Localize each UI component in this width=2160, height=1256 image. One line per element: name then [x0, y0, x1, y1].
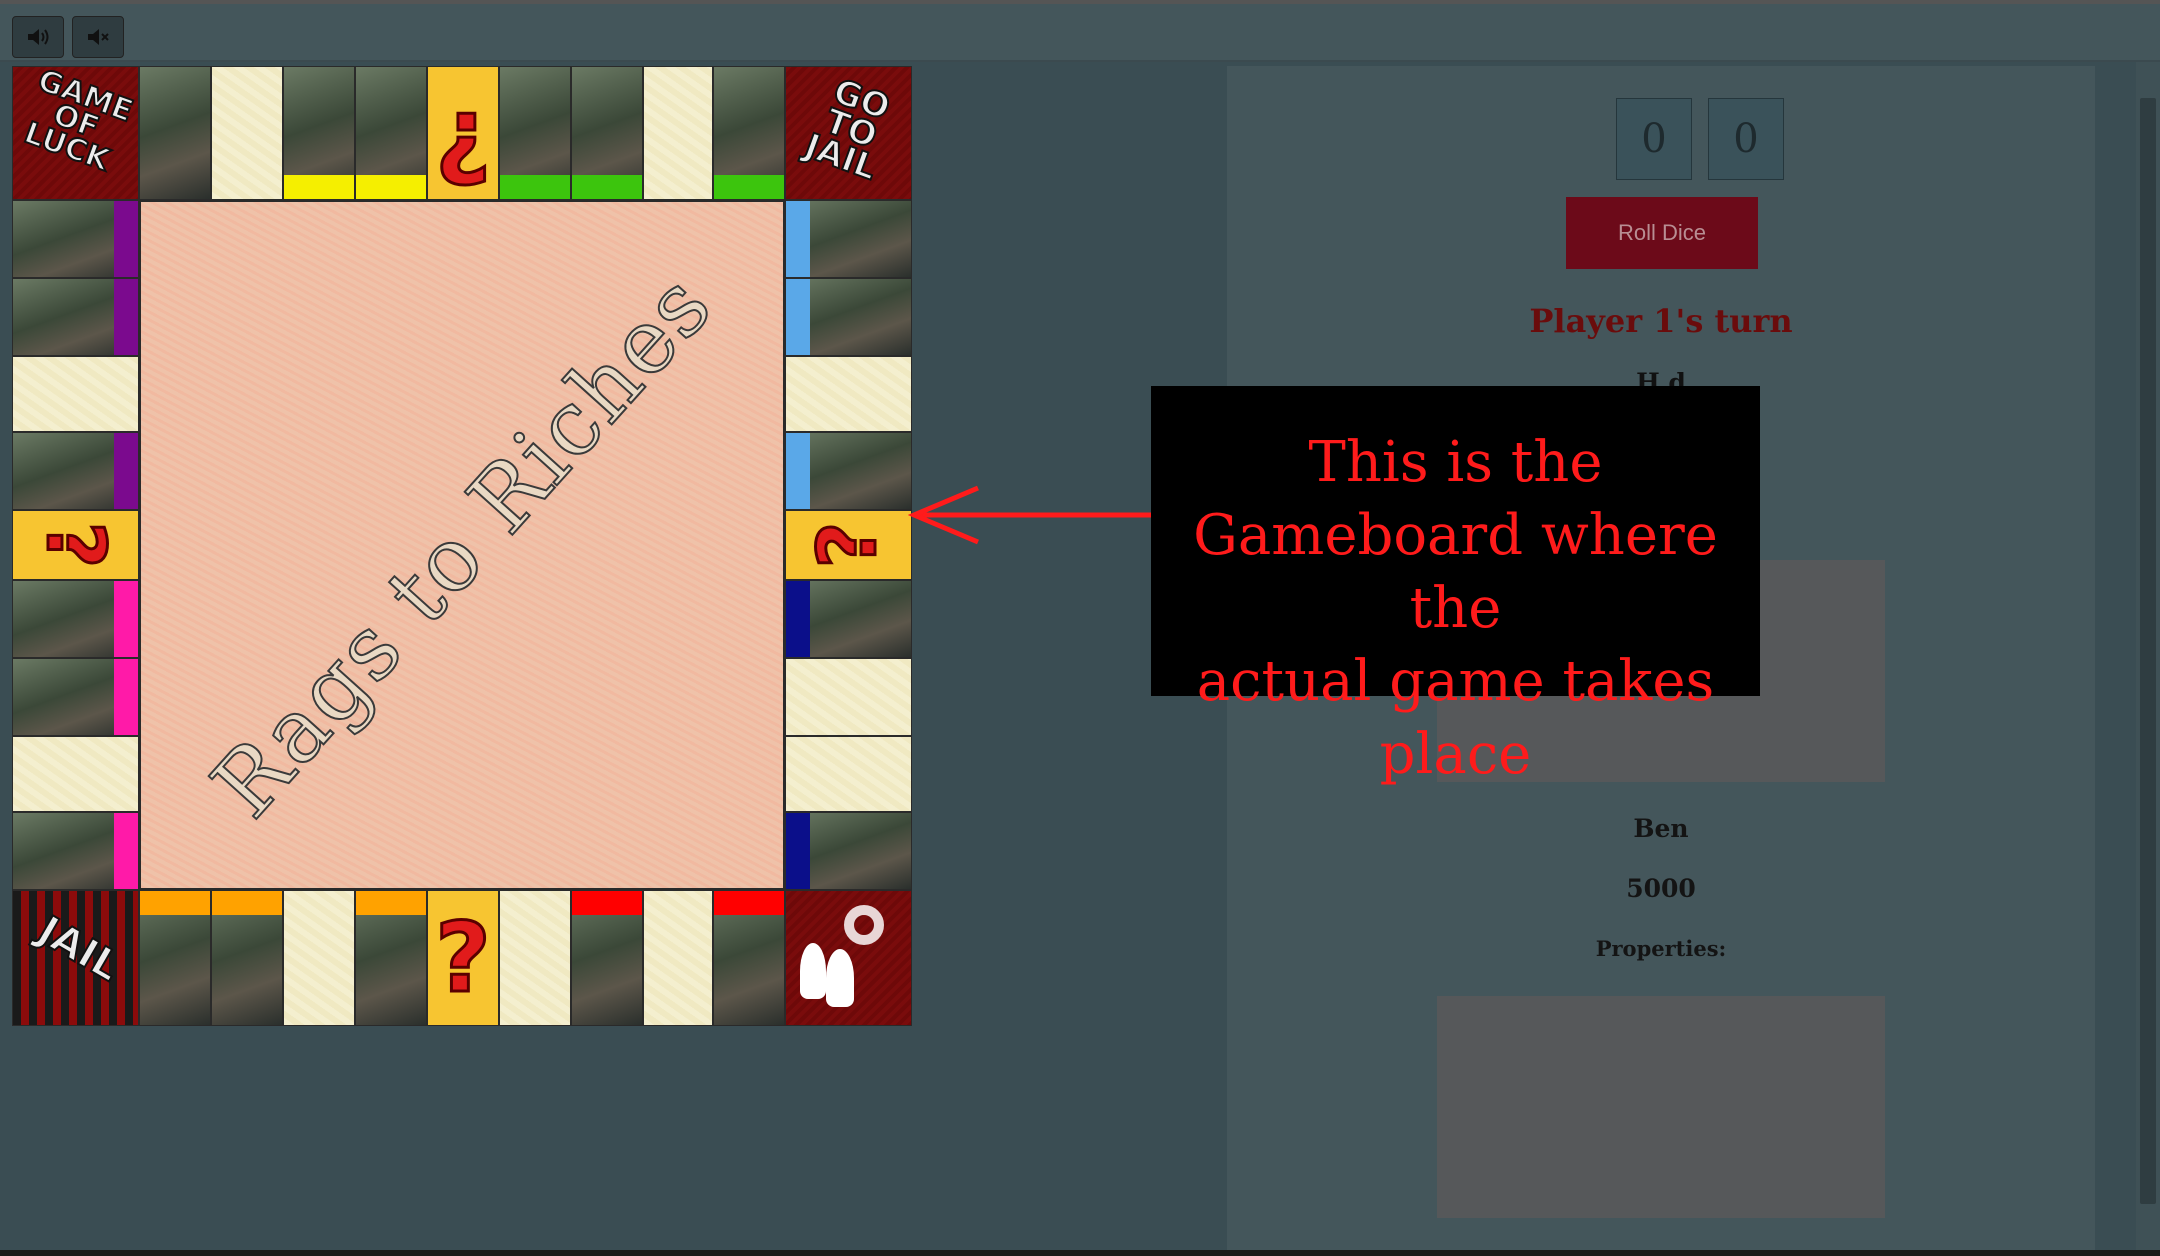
- sound-on-button[interactable]: [12, 16, 64, 58]
- property-space[interactable]: [713, 890, 785, 1026]
- color-strip: [786, 279, 810, 355]
- corner-go-to-jail[interactable]: GO TO JAIL: [785, 66, 912, 200]
- color-strip: [356, 891, 426, 915]
- property-space[interactable]: [571, 890, 643, 1026]
- color-strip: [140, 891, 210, 915]
- property-space[interactable]: [785, 580, 912, 658]
- corner-jail[interactable]: JAIL: [12, 890, 139, 1026]
- color-strip: [356, 175, 426, 199]
- roll-dice-button[interactable]: Roll Dice: [1566, 197, 1758, 269]
- blank-space[interactable]: [283, 890, 355, 1026]
- annotation-text: This is the Gameboard where the actual g…: [1151, 426, 1760, 791]
- chance-symbol: ¿: [434, 77, 493, 189]
- chance-space[interactable]: ¿: [427, 66, 499, 200]
- annotation-arrow-icon: [908, 485, 1151, 545]
- turn-indicator: Player 1's turn: [1529, 302, 1793, 340]
- blank-space[interactable]: [785, 356, 912, 432]
- color-strip: [114, 433, 138, 509]
- property-space[interactable]: [571, 66, 643, 200]
- annotation-line-2: Gameboard where the: [1193, 503, 1718, 641]
- corner-label-jail: JAIL: [29, 907, 129, 992]
- color-strip: [500, 175, 570, 199]
- chance-space[interactable]: ?: [427, 890, 499, 1026]
- player-token-2: [826, 949, 854, 1007]
- property-space[interactable]: [12, 658, 139, 736]
- color-strip: [114, 813, 138, 889]
- blank-space[interactable]: [211, 66, 283, 200]
- property-space[interactable]: [499, 66, 571, 200]
- corner-label-go-to-jail: GO TO JAIL: [798, 70, 896, 189]
- toolbar: [0, 0, 2160, 62]
- corner-game-of-luck[interactable]: GAME OF LUCK: [12, 66, 139, 200]
- property-space[interactable]: [713, 66, 785, 200]
- speaker-muted-icon: [88, 29, 109, 45]
- player-2-properties-box: [1437, 996, 1885, 1218]
- speaker-on-icon: [28, 29, 49, 45]
- scrollbar-thumb[interactable]: [2140, 98, 2156, 1204]
- color-strip: [114, 279, 138, 355]
- property-space[interactable]: [12, 812, 139, 890]
- property-space[interactable]: [785, 200, 912, 278]
- corner-start[interactable]: [785, 890, 912, 1026]
- chance-space[interactable]: ?: [12, 510, 139, 580]
- color-strip: [714, 175, 784, 199]
- sound-off-button[interactable]: [72, 16, 124, 58]
- start-marker-icon: [844, 905, 884, 945]
- annotation-line-3: actual game takes place: [1196, 649, 1715, 787]
- property-space[interactable]: [12, 278, 139, 356]
- property-space[interactable]: [139, 890, 211, 1026]
- blank-space[interactable]: [643, 66, 713, 200]
- color-strip: [786, 201, 810, 277]
- die-1: 0: [1616, 98, 1692, 180]
- property-space[interactable]: [12, 432, 139, 510]
- player-money: 5000: [1626, 874, 1696, 903]
- color-strip: [572, 175, 642, 199]
- property-space[interactable]: [211, 890, 283, 1026]
- corner-label-game-of-luck: GAME OF LUCK: [19, 66, 138, 179]
- color-strip: [786, 813, 810, 889]
- color-strip: [114, 581, 138, 657]
- property-space[interactable]: [283, 66, 355, 200]
- blank-space[interactable]: [643, 890, 713, 1026]
- player-token-1: [800, 943, 826, 999]
- game-board: GAME OF LUCK GO TO JAIL JAIL ¿ ? ? ? Rag…: [12, 66, 912, 1026]
- property-space[interactable]: [355, 66, 427, 200]
- board-title: Rags to Riches: [191, 252, 733, 837]
- blank-space[interactable]: [499, 890, 571, 1026]
- scrollbar[interactable]: [2136, 62, 2160, 1256]
- chance-symbol: ?: [28, 520, 124, 569]
- color-strip: [114, 659, 138, 735]
- blank-space[interactable]: [12, 736, 139, 812]
- color-strip: [714, 891, 784, 915]
- property-space[interactable]: [12, 580, 139, 658]
- property-space[interactable]: [139, 66, 211, 200]
- blank-space[interactable]: [785, 658, 912, 736]
- properties-label: Properties:: [1595, 936, 1727, 961]
- color-strip: [572, 891, 642, 915]
- bottom-edge: [0, 1250, 2160, 1256]
- color-strip: [786, 581, 810, 657]
- board-center: Rags to Riches: [139, 200, 785, 890]
- color-strip: [284, 175, 354, 199]
- chance-space[interactable]: ?: [785, 510, 912, 580]
- property-space[interactable]: [785, 812, 912, 890]
- property-space[interactable]: [785, 432, 912, 510]
- property-space[interactable]: [12, 200, 139, 278]
- property-space[interactable]: [785, 278, 912, 356]
- die-2: 0: [1708, 98, 1784, 180]
- color-strip: [114, 201, 138, 277]
- blank-space[interactable]: [12, 356, 139, 432]
- chance-symbol: ?: [800, 520, 896, 569]
- property-space[interactable]: [355, 890, 427, 1026]
- color-strip: [786, 433, 810, 509]
- player-name: Ben: [1633, 814, 1689, 843]
- blank-space[interactable]: [785, 736, 912, 812]
- color-strip: [212, 891, 282, 915]
- chance-symbol: ?: [434, 902, 493, 1014]
- annotation-line-1: This is the: [1308, 430, 1603, 495]
- annotation-box: This is the Gameboard where the actual g…: [1151, 386, 1760, 787]
